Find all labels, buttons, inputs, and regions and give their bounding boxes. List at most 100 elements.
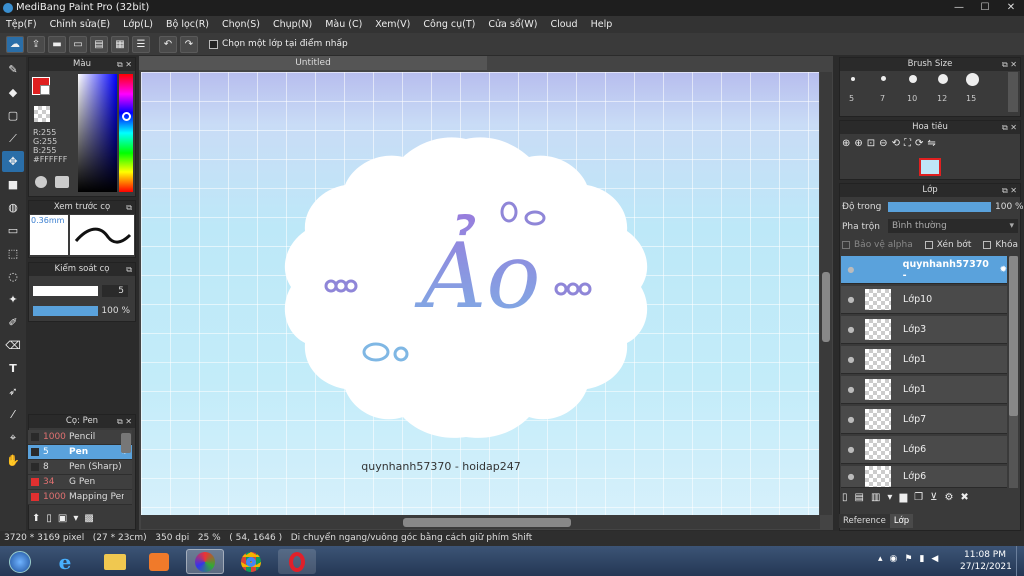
menu-window[interactable]: Cửa sổ(W) — [488, 19, 537, 30]
brush-size-scrollbar[interactable] — [1008, 72, 1018, 112]
menu-cloud[interactable]: Cloud — [550, 19, 577, 30]
brush-size-field[interactable]: 5 — [102, 285, 128, 297]
new-layer-icon[interactable]: ▯ — [842, 492, 848, 508]
hand-tool-icon[interactable]: ✋ — [2, 450, 24, 471]
delete-layer-icon[interactable]: ✖ — [960, 492, 968, 508]
fill-rect-icon[interactable]: ■ — [2, 174, 24, 195]
medibang-taskbar-button[interactable] — [186, 549, 224, 574]
add-layer-menu-icon[interactable]: ▾ — [887, 492, 892, 508]
vertical-scrollbar[interactable] — [820, 72, 832, 515]
volume-icon[interactable]: ◀ — [931, 554, 938, 564]
panel-popout-icon[interactable]: ⧉ ✕ — [1002, 184, 1017, 197]
brush-menu-icon[interactable]: ▾ — [73, 513, 78, 524]
new-brush-icon[interactable]: ▯ — [46, 513, 52, 524]
visibility-icon[interactable]: ● — [841, 472, 861, 481]
panel-popout-icon[interactable]: ⧉ ✕ — [117, 415, 132, 428]
layers-scrollbar[interactable] — [1009, 256, 1018, 488]
layer-settings-gear-icon[interactable]: ✹ — [999, 265, 1007, 275]
menu-color[interactable]: Màu (C) — [325, 19, 362, 30]
zoom-out-icon[interactable]: ⊖ — [879, 138, 887, 154]
brush-item-pen[interactable]: 5Pen✹ — [28, 445, 132, 460]
eraser-tool-icon[interactable]: ◆ — [2, 82, 24, 103]
horizontal-scroll-thumb[interactable] — [403, 518, 571, 527]
add-brush-icon[interactable]: ⬆ — [32, 513, 40, 524]
close-button[interactable]: ✕ — [998, 0, 1024, 16]
opera-taskbar-button[interactable] — [278, 549, 316, 574]
layer-row[interactable]: ● Lớp3 — [841, 316, 1007, 344]
layer-row[interactable]: ● Lớp7 — [841, 406, 1007, 434]
select-pen-icon[interactable]: ✐ — [2, 312, 24, 333]
lasso-tool-icon[interactable]: ◌ — [2, 266, 24, 287]
layers-scroll-thumb[interactable] — [1009, 256, 1018, 416]
copy-brush-icon[interactable]: ▣ — [58, 513, 67, 524]
tab-layers[interactable]: Lớp — [889, 514, 914, 528]
text-tool-icon[interactable]: T — [2, 358, 24, 379]
background-color-swatch[interactable] — [40, 85, 50, 95]
menu-snap[interactable]: Chụp(N) — [273, 19, 312, 30]
blend-mode-select[interactable]: Bình thường ▾ — [888, 219, 1018, 233]
visibility-icon[interactable]: ● — [841, 355, 861, 364]
redo-icon[interactable]: ↷ — [180, 35, 198, 53]
line-tool-icon[interactable]: ⟋ — [2, 128, 24, 149]
menu-tools[interactable]: Công cụ(T) — [423, 19, 475, 30]
menu-file[interactable]: Tệp(F) — [6, 19, 37, 30]
network-icon[interactable]: ▮ — [919, 554, 924, 564]
operation-tool-icon[interactable]: ➶ — [2, 381, 24, 402]
panel-popout-icon[interactable]: ⧉ ✕ — [1002, 121, 1017, 134]
size-dot-icon[interactable] — [966, 73, 979, 86]
lock-checkbox[interactable] — [983, 241, 992, 249]
brush-item-mapping-pen[interactable]: 1000 Mapping Pen — [28, 490, 132, 505]
layer-row[interactable]: ● Lớp6 — [841, 436, 1007, 464]
fit-window-icon[interactable]: ⊡ — [867, 138, 875, 154]
brush-opacity-slider[interactable] — [33, 306, 98, 316]
panel-popout-icon[interactable]: ⧉ ✕ — [1002, 58, 1017, 71]
hue-handle[interactable] — [122, 112, 131, 121]
tray-expand-icon[interactable]: ▴ — [878, 554, 883, 564]
chrome-taskbar-button[interactable] — [232, 549, 270, 574]
menu-edit[interactable]: Chỉnh sửa(E) — [50, 19, 111, 30]
list-icon[interactable]: ☰ — [132, 35, 150, 53]
transparent-swatch[interactable] — [34, 106, 50, 122]
show-desktop-button[interactable] — [1016, 546, 1024, 576]
folder-icon[interactable]: ▆ — [899, 492, 907, 508]
layer-row[interactable]: ● Lớp1 — [841, 346, 1007, 374]
horizontal-scrollbar[interactable] — [141, 515, 820, 529]
size-dot-icon[interactable] — [881, 76, 886, 81]
color-saturation-box[interactable] — [78, 74, 117, 192]
layer-opacity-slider[interactable] — [888, 202, 991, 212]
layer-row[interactable]: ● Lớp1 — [841, 376, 1007, 404]
zoom-fit-icon[interactable]: ⊕ — [842, 138, 850, 154]
size-dot-icon[interactable] — [851, 77, 855, 81]
eyedropper-icon[interactable]: ⌖ — [2, 427, 24, 448]
bucket-tool-icon[interactable]: ◍ — [2, 197, 24, 218]
visibility-icon[interactable]: ● — [841, 265, 861, 274]
page-icon[interactable]: ▭ — [69, 35, 87, 53]
vertical-scroll-thumb[interactable] — [822, 272, 830, 342]
brush-item-pen-sharp[interactable]: 8 Pen (Sharp) — [28, 460, 132, 475]
visibility-icon[interactable]: ● — [841, 385, 861, 394]
brush-size-slider[interactable] — [33, 286, 98, 296]
panel-popout-icon[interactable]: ⧉ ✕ — [117, 58, 132, 71]
layer-row[interactable]: ● Lớp6 — [841, 466, 1007, 488]
navigator-thumbnail[interactable] — [919, 158, 941, 176]
brush-tool-icon[interactable]: ✎ — [2, 59, 24, 80]
clipping-checkbox[interactable] — [924, 241, 933, 249]
visibility-icon[interactable]: ● — [841, 325, 861, 334]
new-halftone-layer-icon[interactable]: ▤ — [855, 492, 864, 508]
rotate-left-icon[interactable]: ⟲ — [892, 138, 900, 154]
menu-filter[interactable]: Bộ lọc(R) — [166, 19, 209, 30]
panel-popout-icon[interactable]: ⧉ — [126, 201, 132, 214]
grid-icon[interactable]: ▦ — [111, 35, 129, 53]
new-8bit-layer-icon[interactable]: ▥ — [871, 492, 880, 508]
explorer-taskbar-button[interactable] — [96, 549, 134, 574]
rotate-right-icon[interactable]: ⟳ — [915, 138, 923, 154]
flip-icon[interactable]: ⇋ — [927, 138, 935, 154]
ie-taskbar-button[interactable]: e — [46, 549, 84, 574]
document-tab[interactable]: Untitled — [139, 56, 487, 70]
document-icon[interactable]: ▤ — [90, 35, 108, 53]
tab-reference[interactable]: Reference — [839, 514, 890, 528]
tray-app-icon[interactable]: ◉ — [890, 554, 898, 564]
menu-select[interactable]: Chọn(S) — [222, 19, 260, 30]
layer-row[interactable]: ● quynhanh57370 - ✹ — [841, 256, 1007, 284]
color-mode-icon[interactable] — [55, 176, 69, 188]
